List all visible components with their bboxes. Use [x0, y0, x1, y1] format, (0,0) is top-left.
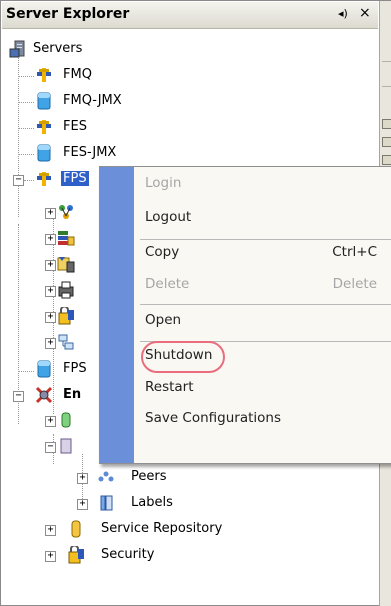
context-menu: Login Logout Copy Ctrl+C Delete Delete O… — [99, 166, 391, 464]
tree-item-servers[interactable]: Servers — [33, 41, 82, 56]
menu-item-login[interactable]: Login — [145, 175, 181, 191]
menu-shortcut-delete: Delete — [332, 276, 377, 292]
server-jmx-icon — [35, 360, 53, 378]
expand-toggle[interactable]: + — [77, 473, 88, 484]
server-running-icon — [35, 118, 53, 136]
servers-icon — [9, 40, 27, 58]
menu-shortcut-copy: Ctrl+C — [332, 244, 377, 260]
tree-item-labels[interactable]: Labels — [131, 495, 173, 510]
tree-item-server[interactable]: FMQ-JMX — [63, 93, 122, 108]
menu-item-open[interactable]: Open — [145, 312, 181, 328]
menu-item-save-configurations[interactable]: Save Configurations — [145, 410, 281, 426]
server-running-icon — [35, 170, 53, 188]
tree-item-enterprise[interactable]: En — [63, 387, 81, 402]
tree-item-server[interactable]: FPS — [63, 361, 87, 376]
peers-icon — [97, 468, 115, 486]
server-jmx-icon — [35, 144, 53, 162]
panel-title: Server Explorer — [6, 6, 130, 22]
service-repository-icon — [67, 520, 85, 538]
menu-item-restart[interactable]: Restart — [145, 379, 194, 395]
security-icon — [57, 305, 75, 325]
expand-toggle[interactable]: + — [45, 312, 56, 323]
expand-toggle[interactable]: + — [45, 208, 56, 219]
printer-icon — [57, 281, 75, 299]
network-icon — [57, 333, 75, 351]
expand-toggle[interactable]: + — [45, 525, 56, 536]
expand-toggle[interactable]: + — [45, 260, 56, 271]
menu-item-delete[interactable]: Delete — [145, 276, 189, 292]
tree-item-server[interactable]: FMQ — [63, 67, 92, 82]
tree-item-security[interactable]: Security — [101, 547, 154, 562]
collapse-toggle[interactable]: − — [13, 391, 24, 402]
panel-title-bar: Server Explorer ◂) × — [2, 2, 378, 29]
tree-item-service-repository[interactable]: Service Repository — [101, 521, 222, 536]
tree-item-server[interactable]: FES-JMX — [63, 145, 116, 160]
menu-item-copy[interactable]: Copy — [145, 244, 179, 260]
collapse-toggle[interactable]: − — [13, 175, 24, 186]
expand-toggle[interactable]: + — [45, 416, 56, 427]
menu-separator — [140, 239, 391, 240]
security-icon — [67, 544, 85, 564]
topics-icon — [57, 255, 75, 273]
queues-icon — [57, 229, 75, 247]
expand-toggle[interactable]: + — [45, 234, 56, 245]
tree-item-peers[interactable]: Peers — [131, 469, 167, 484]
expand-toggle[interactable]: + — [77, 499, 88, 510]
tree-item-server[interactable]: FES — [63, 119, 87, 134]
expand-toggle[interactable]: + — [45, 286, 56, 297]
expand-toggle[interactable]: + — [45, 338, 56, 349]
shutdown-highlight-ring — [141, 341, 225, 373]
server-jmx-icon — [35, 92, 53, 110]
enterprise-icon — [35, 386, 53, 404]
server-explorer-panel: Server Explorer ◂) × Servers FMQ FMQ-JMX… — [0, 0, 391, 606]
labels-icon — [97, 494, 115, 512]
server-running-icon — [35, 66, 53, 84]
cluster-icon — [57, 203, 75, 221]
close-icon[interactable]: × — [359, 5, 371, 21]
collapse-toggle[interactable]: − — [45, 442, 56, 453]
menu-gutter — [100, 167, 134, 463]
tree-item-server-selected[interactable]: FPS — [61, 171, 89, 186]
expand-toggle[interactable]: + — [45, 551, 56, 562]
cluster-node-icon — [57, 437, 75, 455]
menu-separator — [140, 304, 391, 305]
repository-icon — [57, 411, 75, 429]
menu-item-logout[interactable]: Logout — [145, 209, 191, 225]
pin-icon[interactable]: ◂) — [338, 7, 348, 20]
